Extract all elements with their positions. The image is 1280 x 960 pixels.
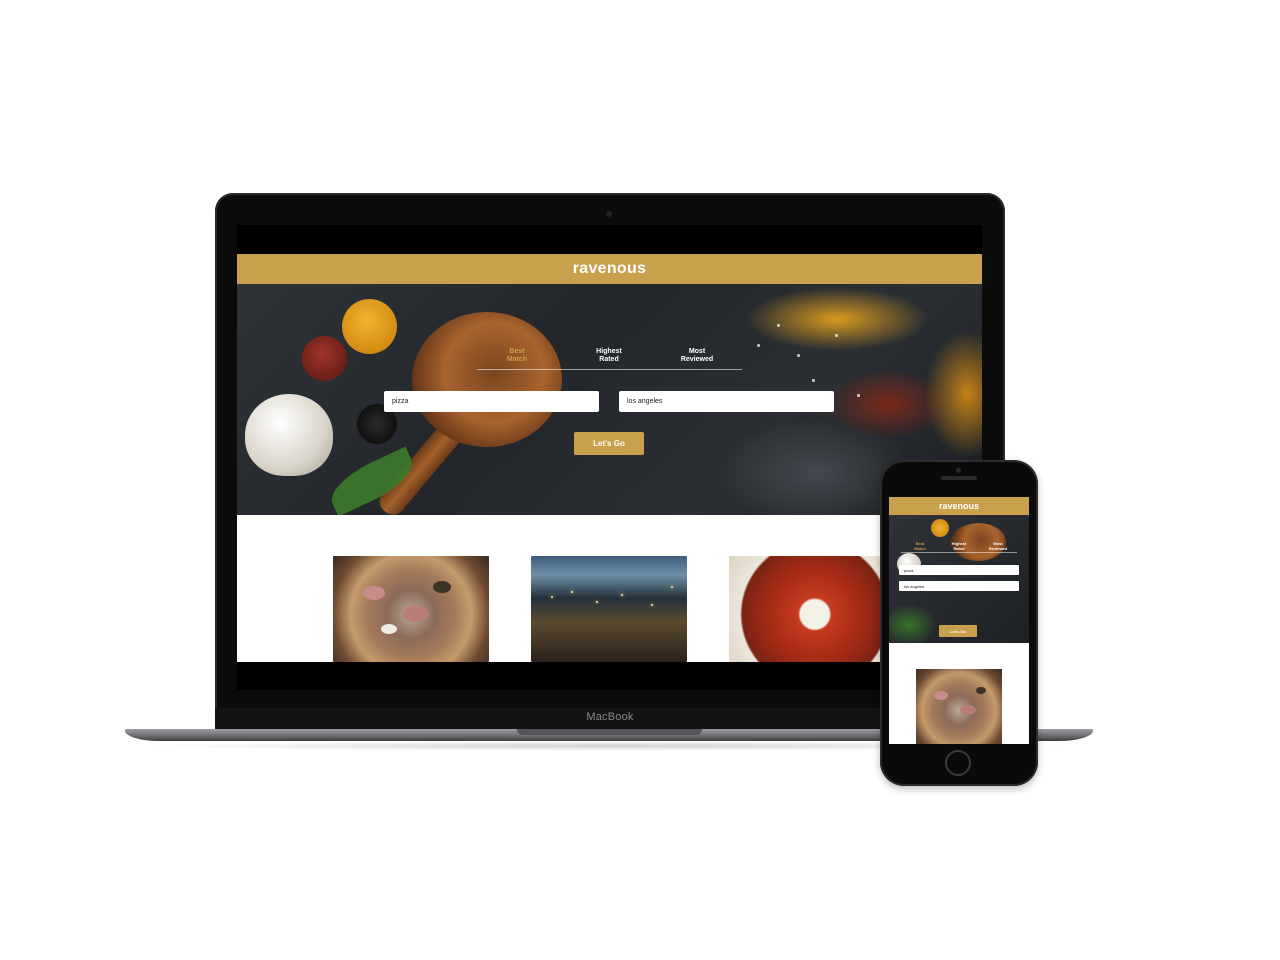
string-light-decor (571, 591, 573, 593)
paprika-spoon-decor (302, 336, 347, 381)
mobile-tab-most-reviewed[interactable]: Most Reviewed (979, 541, 1017, 551)
mobile-lets-go-button[interactable]: Let's Go (939, 625, 977, 637)
lets-go-button[interactable]: Let's Go (574, 432, 644, 455)
site-header: ravenous (237, 254, 982, 284)
topping-decor (960, 705, 976, 715)
string-light-decor (551, 596, 553, 598)
result-image-pizza[interactable] (333, 556, 489, 662)
mobile-search-location-input[interactable]: los angeles (899, 581, 1019, 591)
string-light-decor (621, 594, 623, 596)
brand-logo[interactable]: ravenous (573, 260, 647, 278)
laptop-notch (517, 729, 702, 735)
mobile-site-header: ravenous (889, 497, 1029, 515)
tab-label-line: Reviewed (680, 356, 714, 363)
tab-label-line: Match (914, 546, 926, 551)
browser-top-bar (237, 225, 982, 254)
search-hero: Best Match Highest Rated Most Reviewed p… (237, 284, 982, 515)
mobile-brand-logo[interactable]: ravenous (939, 501, 979, 511)
tab-label-line: Most (688, 348, 706, 355)
tab-label-line: Best (509, 348, 525, 355)
salt-grain-decor (777, 324, 780, 327)
string-light-decor (596, 601, 598, 603)
mobile-tab-highest-rated[interactable]: Highest Rated (940, 541, 978, 551)
salt-grain-decor (812, 379, 815, 382)
garlic-decor (245, 394, 333, 476)
tab-label-line: Rated (599, 356, 619, 363)
phone-home-button[interactable] (945, 750, 971, 776)
mobile-tab-best-match[interactable]: Best Match (901, 541, 939, 551)
laptop-screen: ravenous Best Match Highest Rated Most R… (237, 225, 982, 690)
mobile-search-term-input[interactable]: pizza (899, 565, 1019, 575)
mobile-turmeric-decor (931, 519, 949, 537)
topping-decor (363, 586, 385, 600)
phone-speaker (941, 476, 977, 480)
wooden-spoon-decor (412, 312, 562, 447)
string-light-decor (651, 604, 653, 606)
mobile-search-hero: Best Match Highest Rated Most Reviewed p… (889, 515, 1029, 643)
topping-decor (433, 581, 451, 593)
tab-label-line: Reviewed (988, 546, 1008, 551)
salt-grain-decor (857, 394, 860, 397)
tab-most-reviewed[interactable]: Most Reviewed (657, 348, 737, 364)
search-term-input[interactable]: pizza (384, 391, 599, 412)
phone-camera (956, 468, 961, 473)
search-location-input[interactable]: los angeles (619, 391, 834, 412)
mobile-sort-tabs: Best Match Highest Rated Most Reviewed (901, 541, 1017, 553)
sort-tabs: Best Match Highest Rated Most Reviewed (477, 348, 742, 370)
business-results (237, 515, 982, 662)
laptop-camera (606, 211, 612, 217)
device-mockup-stage: ravenous Best Match Highest Rated Most R… (0, 0, 1280, 960)
string-light-decor (671, 586, 673, 588)
tab-best-match[interactable]: Best Match (477, 348, 557, 364)
topping-decor (976, 687, 986, 694)
salt-grain-decor (835, 334, 838, 337)
phone-screen: ravenous Best Match Highest Rated Most R… (889, 497, 1029, 744)
topping-decor (934, 691, 948, 700)
salt-grain-decor (797, 354, 800, 357)
result-image-lasagna[interactable] (729, 556, 885, 662)
result-image-restaurant[interactable] (531, 556, 687, 662)
tab-label-line: Highest (596, 348, 622, 355)
turmeric-spoon-decor (342, 299, 397, 354)
salt-grain-decor (757, 344, 760, 347)
mobile-result-image-pizza[interactable] (916, 669, 1002, 744)
tab-label-line: Rated (953, 546, 965, 551)
topping-decor (381, 624, 397, 634)
tab-highest-rated[interactable]: Highest Rated (569, 348, 649, 364)
topping-decor (403, 606, 429, 622)
browser-bottom-bar (237, 662, 982, 690)
tab-label-line: Match (506, 356, 528, 363)
